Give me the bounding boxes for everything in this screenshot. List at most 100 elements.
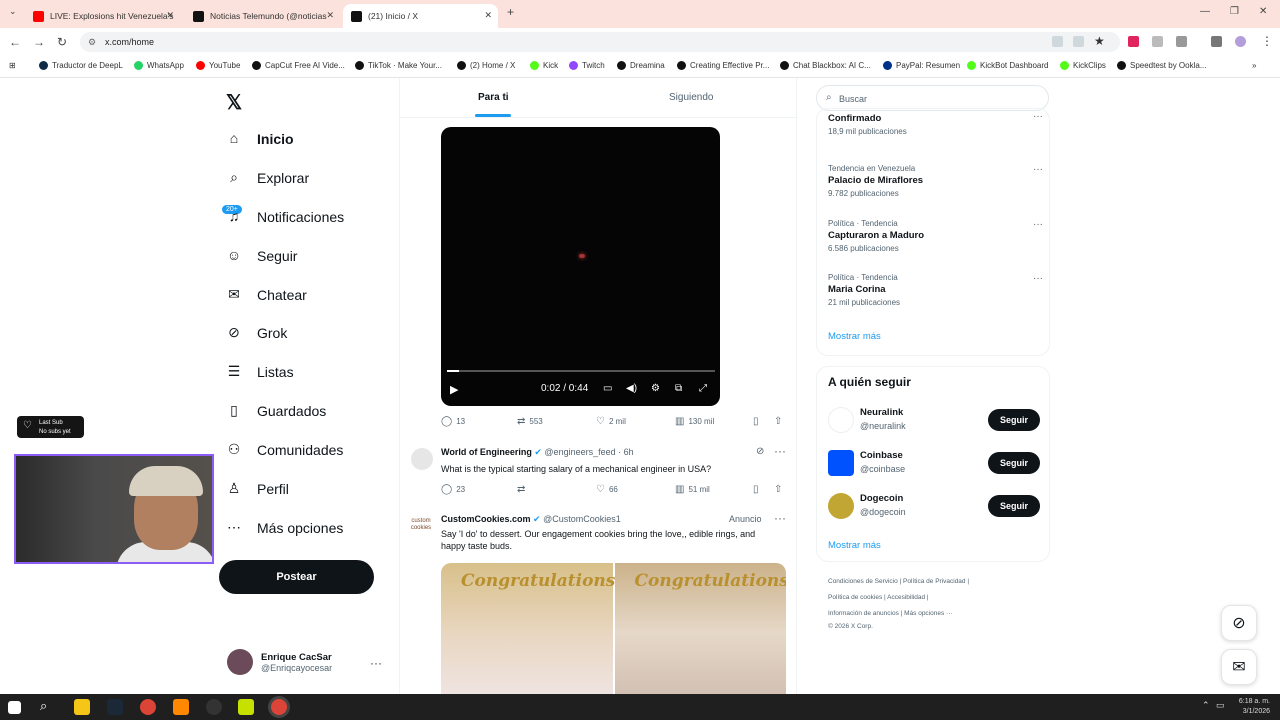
follow-button[interactable]: Seguir bbox=[988, 452, 1040, 474]
like-button[interactable]: ♡ 2 mil bbox=[596, 416, 626, 427]
close-icon[interactable]: ✕ bbox=[326, 10, 334, 21]
trend-item[interactable]: Política · Tendencia Maria Corina 21 mil… bbox=[828, 273, 1043, 307]
grok-fab-icon[interactable]: ⊘ bbox=[1221, 605, 1257, 641]
fullscreen-icon[interactable]: ⤢ bbox=[699, 383, 707, 394]
bookmark-item[interactable]: Chat Blackbox: AI C... bbox=[780, 61, 871, 70]
close-icon[interactable]: ✕ bbox=[484, 10, 492, 21]
steam-icon[interactable] bbox=[107, 699, 123, 715]
extension-shield-icon[interactable] bbox=[1128, 36, 1139, 47]
apps-icon[interactable]: ⊞ bbox=[9, 61, 16, 70]
follow-suggestion[interactable]: Dogecoin @dogecoin Seguir bbox=[828, 491, 1040, 521]
views-button[interactable]: ▥ 130 mil bbox=[675, 416, 714, 427]
profile-switcher[interactable]: Enrique CacSar @Enriqcayocesar bbox=[227, 649, 332, 675]
bookmark-item[interactable]: (2) Home / X bbox=[457, 61, 515, 70]
app-icon[interactable] bbox=[238, 699, 254, 715]
bookmark-item[interactable]: CapCut Free AI Vide... bbox=[252, 61, 345, 70]
follow-show-more-link[interactable]: Mostrar más bbox=[828, 540, 881, 551]
reply-button[interactable]: ◯ 13 bbox=[441, 416, 465, 427]
sidebar-item-comunidades[interactable]: ⚇ Comunidades bbox=[225, 441, 344, 459]
back-icon[interactable]: ← bbox=[9, 35, 21, 49]
menu-icon[interactable]: ⋮ bbox=[1261, 34, 1273, 48]
network-icon[interactable]: ▭ bbox=[1216, 700, 1225, 711]
clock[interactable]: 6:18 a. m. 3/1/2026 bbox=[1232, 697, 1270, 717]
tab-para-ti[interactable]: Para ti bbox=[478, 92, 509, 103]
sidebar-item-seguir[interactable]: ☺ Seguir bbox=[225, 247, 298, 265]
views-button[interactable]: ▥ 51 mil bbox=[675, 484, 710, 495]
obs-icon[interactable] bbox=[206, 699, 222, 715]
media-icon[interactable] bbox=[1211, 36, 1222, 47]
bookmark-item[interactable]: KickClips bbox=[1060, 61, 1106, 70]
bookmark-item[interactable]: Traductor de DeepL bbox=[39, 61, 123, 70]
customcookies-avatar[interactable]: custom cookies bbox=[408, 518, 434, 532]
share-button[interactable]: ⇧ bbox=[774, 416, 786, 427]
bookmark-item[interactable]: Twitch bbox=[569, 61, 605, 70]
footer-links[interactable]: Política de cookies | Accesibilidad | bbox=[828, 594, 929, 601]
chrome-icon[interactable] bbox=[140, 699, 156, 715]
maximize-icon[interactable]: ❐ bbox=[1230, 6, 1239, 17]
x-logo-icon[interactable]: 𝕏 bbox=[226, 90, 242, 115]
vlc-icon[interactable] bbox=[173, 699, 189, 715]
bookmark-button[interactable]: ▯ bbox=[753, 484, 763, 495]
like-button[interactable]: ♡ 66 bbox=[596, 484, 618, 495]
author-name[interactable]: CustomCookies.com bbox=[441, 514, 531, 524]
messages-fab-icon[interactable]: ✉ bbox=[1221, 649, 1257, 685]
follow-suggestion[interactable]: Neuralink @neuralink Seguir bbox=[828, 405, 1040, 435]
star-icon[interactable]: ★ bbox=[1094, 34, 1105, 48]
sidebar-item-perfil[interactable]: ♙ Perfil bbox=[225, 480, 289, 498]
install-app-icon[interactable] bbox=[1052, 36, 1063, 47]
more-icon[interactable]: ··· bbox=[1033, 273, 1043, 284]
bookmark-item[interactable]: Speedtest by Ookla... bbox=[1117, 61, 1207, 70]
search-icon[interactable]: ⌕ bbox=[40, 698, 47, 714]
bookmark-item[interactable]: TikTok · Make Your... bbox=[355, 61, 442, 70]
bookmark-button[interactable]: ▯ bbox=[753, 416, 763, 427]
share-button[interactable]: ⇧ bbox=[774, 484, 786, 495]
play-icon[interactable]: ▶ bbox=[450, 383, 458, 396]
grok-icon[interactable]: ⊘ bbox=[756, 446, 764, 457]
more-icon[interactable]: ··· bbox=[774, 511, 786, 525]
footer-links[interactable]: Información de anuncios | Más opciones ·… bbox=[828, 610, 953, 617]
extension-icon[interactable] bbox=[1152, 36, 1163, 47]
tab-search-icon[interactable]: ⌄ bbox=[9, 6, 17, 17]
address-bar[interactable]: ⚙ x.com/home bbox=[80, 32, 1120, 52]
more-icon[interactable]: ··· bbox=[774, 444, 786, 458]
more-icon[interactable]: ··· bbox=[370, 656, 382, 670]
avatar-icon[interactable] bbox=[1235, 36, 1246, 47]
trend-item[interactable]: Tendencia en Venezuela Palacio de Mirafl… bbox=[828, 164, 1043, 198]
bookmark-item[interactable]: Dreamina bbox=[617, 61, 665, 70]
more-icon[interactable]: ··· bbox=[1033, 111, 1043, 122]
bookmark-item[interactable]: PayPal: Resumen bbox=[883, 61, 960, 70]
tray-chevron-icon[interactable]: ⌃ bbox=[1202, 700, 1210, 711]
new-tab-button[interactable]: + bbox=[507, 5, 514, 19]
repost-button[interactable]: ⇄ 553 bbox=[517, 416, 543, 427]
sidebar-item-mas-opciones[interactable]: ⋯ Más opciones bbox=[225, 519, 343, 537]
ad-image[interactable]: Congratulations Congratulations bbox=[441, 563, 786, 694]
bookmark-item[interactable]: YouTube bbox=[196, 61, 240, 70]
trends-show-more-link[interactable]: Mostrar más bbox=[828, 331, 881, 342]
sidebar-item-explorar[interactable]: ⌕ Explorar bbox=[225, 169, 309, 187]
author-handle[interactable]: @engineers_feed · 6h bbox=[544, 447, 633, 457]
window-close-icon[interactable]: ✕ bbox=[1259, 6, 1267, 17]
reload-icon[interactable]: ↻ bbox=[57, 35, 67, 49]
bookmark-item[interactable]: Kick bbox=[530, 61, 558, 70]
sidebar-item-chatear[interactable]: ✉ Chatear bbox=[225, 286, 307, 304]
follow-button[interactable]: Seguir bbox=[988, 409, 1040, 431]
repost-button[interactable]: ⇄ bbox=[517, 484, 529, 495]
file-explorer-icon[interactable] bbox=[74, 699, 90, 715]
reply-button[interactable]: ◯ 23 bbox=[441, 484, 465, 495]
sidebar-item-inicio[interactable]: ⌂ Inicio bbox=[225, 130, 294, 148]
puzzle-icon[interactable] bbox=[1176, 36, 1187, 47]
bookmarks-overflow-icon[interactable]: » bbox=[1252, 61, 1256, 70]
trend-item[interactable]: Confirmado 18,9 mil publicaciones ··· bbox=[828, 111, 1043, 136]
bookmark-item[interactable]: Creating Effective Pr... bbox=[677, 61, 769, 70]
bookmark-item[interactable]: KickBot Dashboard bbox=[967, 61, 1048, 70]
browser-tab-1[interactable]: LIVE: Explosions hit Venezuela's ✕ bbox=[25, 4, 180, 28]
video-progress-bar[interactable] bbox=[447, 370, 715, 372]
follow-suggestion[interactable]: Coinbase @coinbase Seguir bbox=[828, 448, 1040, 478]
sidebar-item-guardados[interactable]: ▯ Guardados bbox=[225, 402, 326, 420]
sidebar-item-grok[interactable]: ⊘ Grok bbox=[225, 324, 287, 342]
volume-icon[interactable]: ◀) bbox=[626, 383, 637, 394]
tab-siguiendo[interactable]: Siguiendo bbox=[669, 92, 713, 103]
bookmark-item[interactable]: WhatsApp bbox=[134, 61, 184, 70]
sidebar-item-notificaciones[interactable]: ♫ Notificaciones bbox=[225, 208, 344, 226]
browser-tab-3-active[interactable]: (21) Inicio / X ✕ bbox=[343, 4, 498, 28]
